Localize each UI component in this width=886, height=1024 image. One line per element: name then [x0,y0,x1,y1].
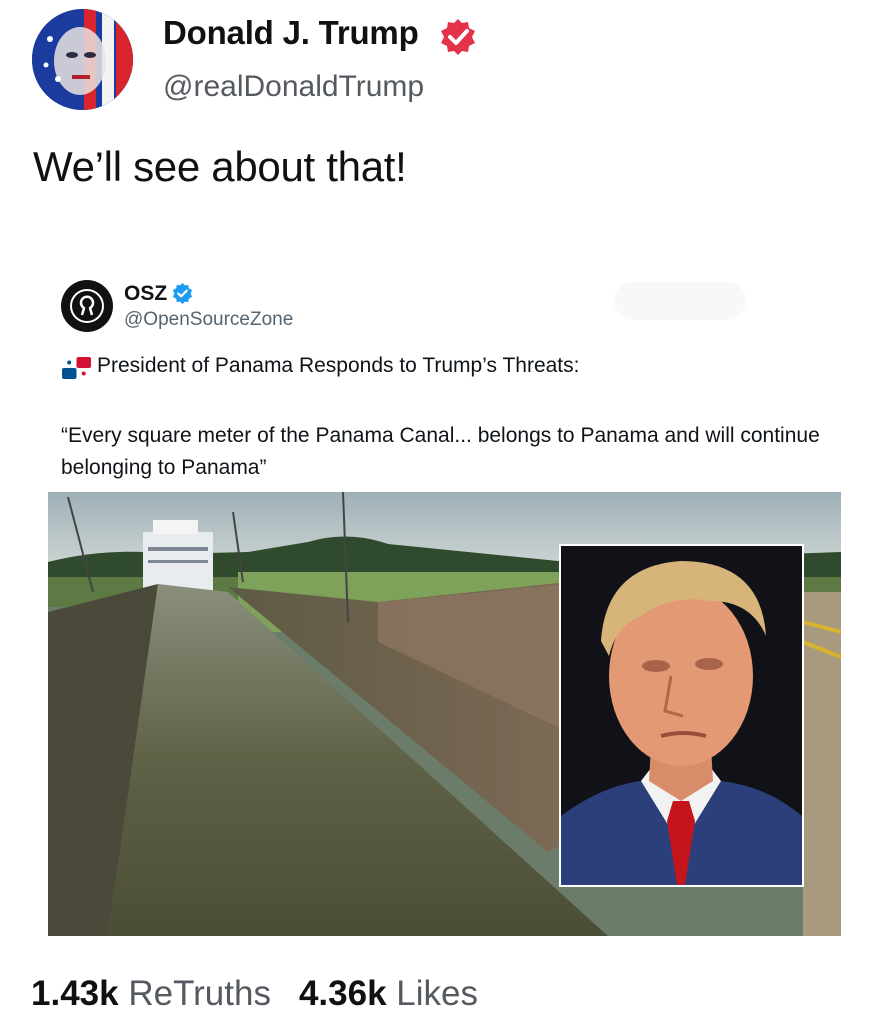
quoted-author-avatar[interactable] [61,280,113,332]
likes-label: Likes [396,974,479,1013]
author-handle[interactable]: @realDonaldTrump [163,70,424,104]
likes-stat[interactable]: 4.36k Likes [299,974,478,1013]
retruths-label: ReTruths [128,974,271,1013]
quoted-headline: President of Panama Responds to Trump’s … [97,354,580,377]
inset-portrait-photo[interactable] [559,544,804,887]
portrait-image [561,546,802,885]
retruths-stat[interactable]: 1.43k ReTruths [31,974,271,1013]
author-avatar[interactable] [32,9,133,110]
quoted-author-name[interactable]: OSZ [124,282,167,306]
author-name[interactable]: Donald J. Trump [163,14,419,52]
verified-badge-icon [441,19,475,55]
follow-button-placeholder [614,282,746,320]
open-source-logo-icon [70,289,104,323]
retruths-count: 1.43k [31,974,119,1013]
quoted-body: “Every square meter of the Panama Canal.… [61,424,820,479]
likes-count: 4.36k [298,974,387,1013]
verified-badge-icon [172,282,193,305]
quoted-author-handle[interactable]: @OpenSourceZone [124,309,293,331]
avatar-image [32,9,133,110]
engagement-stats: 1.43k ReTruths 4.36k Likes [31,974,478,1014]
post-text: We’ll see about that! [33,143,407,190]
panama-flag-icon [62,357,91,379]
